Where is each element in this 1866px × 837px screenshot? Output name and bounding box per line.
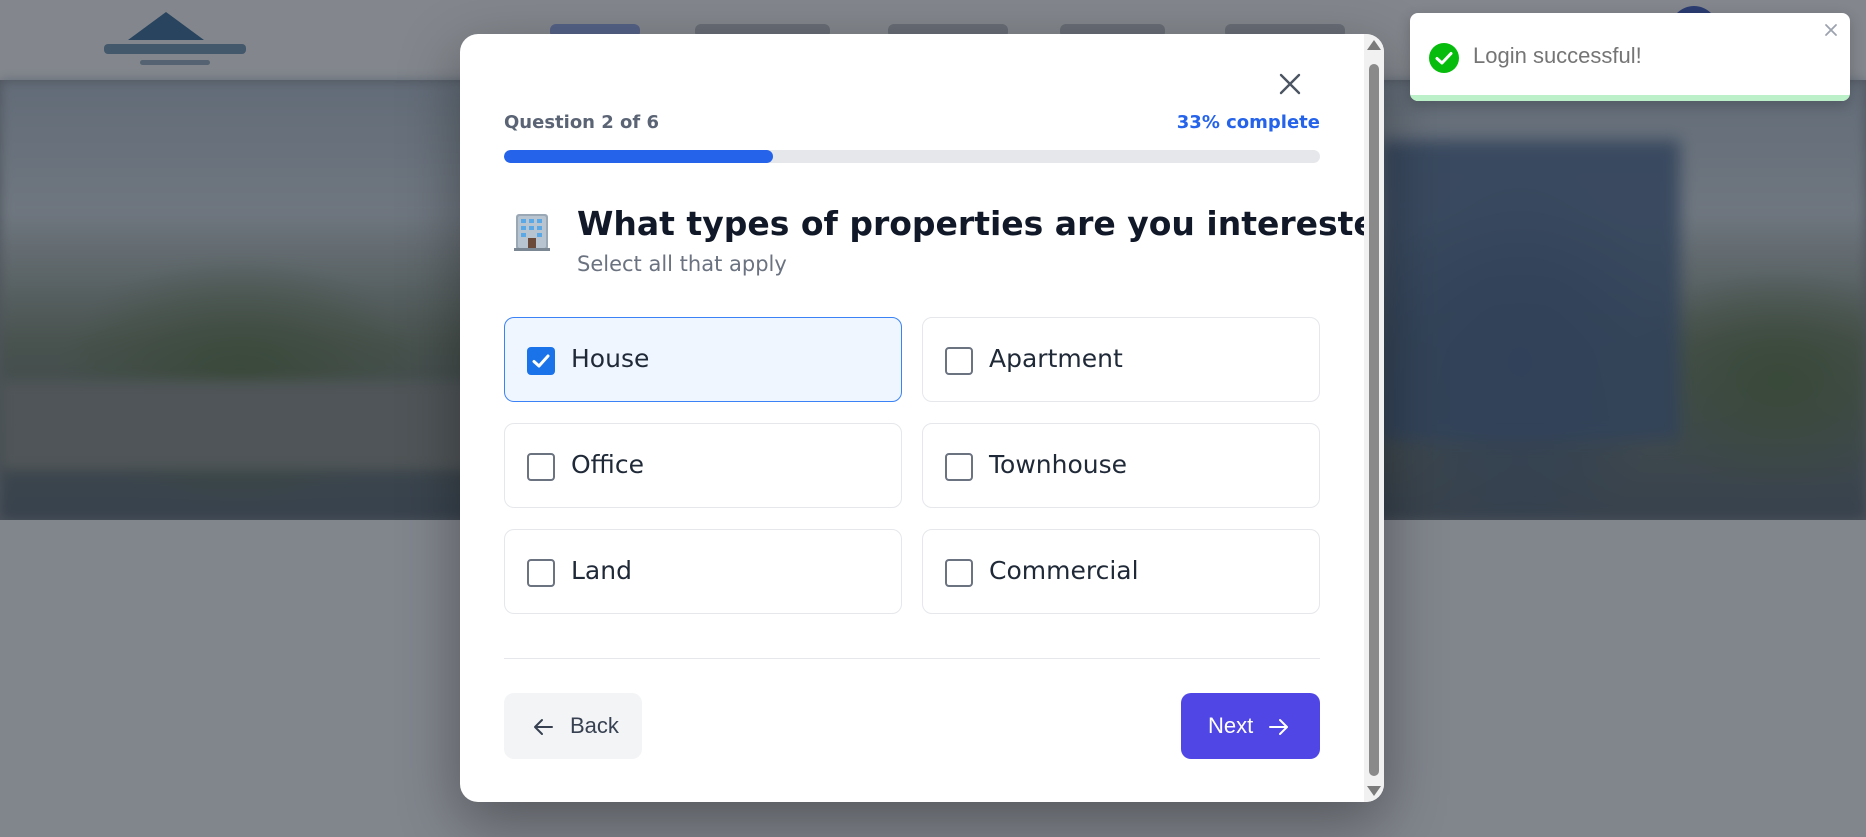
close-button[interactable] xyxy=(1270,64,1310,104)
arrow-left-icon xyxy=(534,719,553,735)
office-building-icon xyxy=(514,214,550,251)
toast-progress-bar xyxy=(1410,95,1850,101)
close-icon xyxy=(1279,73,1301,95)
option-label: House xyxy=(571,344,650,373)
scroll-down-arrow[interactable] xyxy=(1367,786,1381,796)
option-commercial[interactable]: Commercial xyxy=(922,529,1320,614)
question-header: What types of properties are you interes… xyxy=(504,204,1384,314)
option-label: Commercial xyxy=(989,556,1139,585)
scroll-up-arrow[interactable] xyxy=(1367,40,1381,50)
check-circle-icon xyxy=(1429,43,1459,73)
scrollbar-thumb[interactable] xyxy=(1369,64,1379,776)
option-apartment[interactable]: Apartment xyxy=(922,317,1320,402)
option-land[interactable]: Land xyxy=(504,529,902,614)
next-button[interactable]: Next xyxy=(1181,693,1320,759)
toast-close-button[interactable] xyxy=(1820,19,1842,41)
checkmark-icon xyxy=(532,354,550,368)
back-button[interactable]: Back xyxy=(504,693,642,759)
questionnaire-modal: Question 2 of 6 33% complete What types … xyxy=(460,34,1384,802)
checkbox[interactable] xyxy=(945,453,973,481)
option-house[interactable]: House xyxy=(504,317,902,402)
option-label: Office xyxy=(571,450,644,479)
arrow-right-icon xyxy=(1269,719,1288,735)
modal-scrollbar[interactable] xyxy=(1364,34,1384,802)
progress-bar-fill xyxy=(504,150,774,163)
back-button-label: Back xyxy=(570,713,619,738)
footer-divider xyxy=(504,658,1320,659)
option-label: Townhouse xyxy=(989,450,1128,479)
option-office[interactable]: Office xyxy=(504,423,902,508)
checkbox[interactable] xyxy=(945,559,973,587)
question-counter: Question 2 of 6 xyxy=(504,112,660,133)
checkbox[interactable] xyxy=(527,559,555,587)
checkbox[interactable] xyxy=(945,347,973,375)
option-label: Apartment xyxy=(989,344,1123,373)
toast-message: Login successful! xyxy=(1473,43,1642,68)
toast-notification: Login successful! xyxy=(1410,13,1850,101)
option-townhouse[interactable]: Townhouse xyxy=(922,423,1320,508)
progress-bar xyxy=(504,150,1320,163)
progress-header: Question 2 of 6 33% complete xyxy=(504,112,1320,136)
question-title: What types of properties are you interes… xyxy=(577,204,1384,243)
checkbox[interactable] xyxy=(527,347,555,375)
checkbox[interactable] xyxy=(527,453,555,481)
option-label: Land xyxy=(571,556,632,585)
next-button-label: Next xyxy=(1208,713,1254,738)
close-icon xyxy=(1825,24,1837,36)
question-subtitle: Select all that apply xyxy=(577,252,787,276)
progress-percent: 33% complete xyxy=(1176,112,1320,133)
